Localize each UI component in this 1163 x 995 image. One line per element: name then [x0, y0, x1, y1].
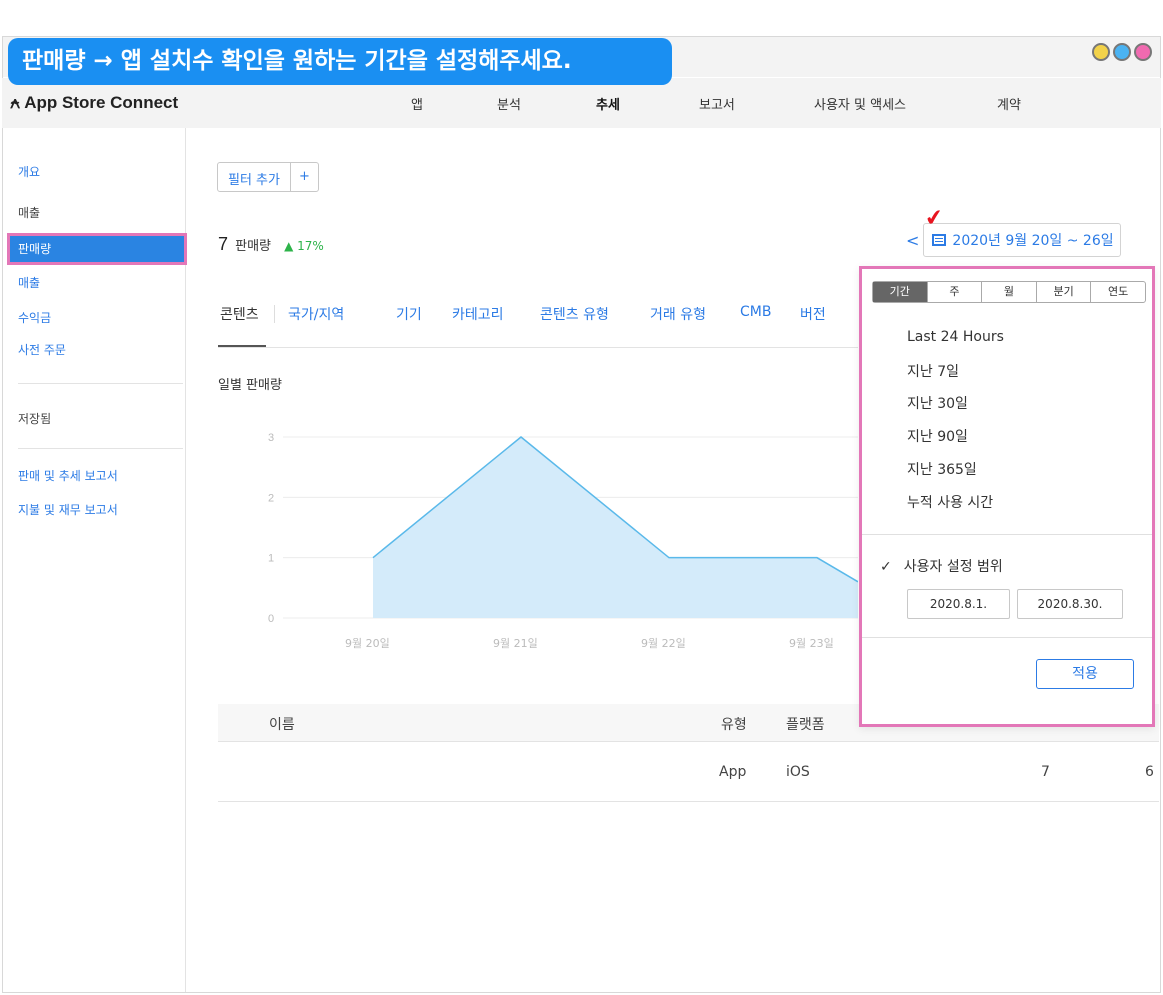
red-checkmark-icon: ✔: [923, 204, 946, 233]
chart-svg: 0 1 2 3 9월 20일 9월 21일 9월 22일 9월 23일: [268, 432, 859, 650]
row-extra: 6: [1145, 764, 1154, 780]
plus-icon[interactable]: +: [289, 163, 318, 191]
sidebar-item-overview[interactable]: 개요: [18, 163, 40, 180]
tab-territory[interactable]: 국가/지역: [288, 304, 344, 324]
nav-users-access[interactable]: 사용자 및 액세스: [814, 94, 906, 113]
nav-agreements[interactable]: 계약: [997, 94, 1021, 113]
preset-last-24-hours[interactable]: Last 24 Hours: [907, 329, 1004, 345]
x-tick-label: 9월 20일: [345, 636, 390, 650]
period-segmented-control: 기간 주 월 분기 연도: [872, 281, 1146, 303]
sidebar-item-sales-trends-reports[interactable]: 판매 및 추세 보고서: [18, 467, 118, 484]
custom-range-option[interactable]: ✓ 사용자 설정 범위: [880, 556, 1003, 576]
popup-divider: [862, 637, 1152, 638]
nav-trends[interactable]: 추세: [596, 94, 620, 113]
y-tick-label: 3: [268, 432, 274, 444]
tab-transaction-type[interactable]: 거래 유형: [650, 304, 706, 324]
units-value: 7: [218, 234, 229, 254]
sidebar-item-proceeds[interactable]: 수익금: [18, 309, 51, 326]
sidebar-item-preorders[interactable]: 사전 주문: [18, 341, 66, 358]
sidebar-saved-label: 저장됨: [18, 412, 52, 426]
top-navigation: ⍲ App Store Connect 앱 분석 추세 보고서 사용자 및 액세스…: [2, 78, 1161, 128]
segment-week[interactable]: 주: [926, 282, 982, 302]
daily-units-chart: 0 1 2 3 9월 20일 9월 21일 9월 22일 9월 23일: [218, 420, 859, 660]
date-range-label: 2020년 9월 20일 ~ 26일: [952, 233, 1114, 249]
brand[interactable]: ⍲ App Store Connect: [10, 93, 178, 113]
units-change: ▲ 17%: [284, 239, 324, 253]
segment-year[interactable]: 연도: [1090, 282, 1145, 302]
y-tick-label: 2: [268, 492, 274, 504]
units-label: 판매량: [235, 239, 271, 254]
column-type[interactable]: 유형: [721, 714, 747, 734]
sidebar-item-payments-reports[interactable]: 지불 및 재무 보고서: [18, 501, 118, 518]
table-row[interactable]: App iOS 7 6: [218, 742, 1159, 802]
segment-quarter[interactable]: 분기: [1035, 282, 1091, 302]
end-date-field[interactable]: 2020.8.30.: [1017, 589, 1123, 619]
sidebar-section-sales: 매출: [18, 206, 41, 220]
close-dot[interactable]: [1134, 43, 1152, 61]
apply-button[interactable]: 적용: [1036, 659, 1134, 689]
tab-version[interactable]: 버전: [800, 304, 826, 324]
sidebar-divider: [18, 383, 183, 384]
add-filter-label: 필터 추가: [228, 173, 280, 188]
sidebar-item-units[interactable]: 판매량: [7, 233, 187, 265]
previous-range-button[interactable]: <: [906, 231, 919, 250]
tab-cmb[interactable]: CMB: [740, 304, 771, 320]
tab-separator: [274, 305, 275, 323]
sidebar-item-sales[interactable]: 매출: [18, 274, 40, 291]
x-tick-label: 9월 23일: [789, 636, 834, 650]
calendar-icon: [932, 234, 947, 246]
custom-range-label: 사용자 설정 범위: [903, 559, 1003, 575]
row-type: App: [719, 764, 747, 780]
date-range-popup: 기간 주 월 분기 연도 Last 24 Hours 지난 7일 지난 30일 …: [859, 266, 1155, 727]
segment-month[interactable]: 월: [981, 282, 1036, 302]
minimize-dot[interactable]: [1092, 43, 1110, 61]
tab-content-type[interactable]: 콘텐츠 유형: [540, 304, 609, 324]
series-area: [373, 437, 858, 618]
dimension-tabs: 콘텐츠 국가/지역 기기 카테고리 콘텐츠 유형 거래 유형 CMB 버전: [218, 300, 858, 348]
y-tick-label: 1: [268, 553, 274, 565]
column-name[interactable]: 이름: [269, 714, 295, 734]
checkmark-icon: ✓: [880, 559, 892, 575]
y-tick-label: 0: [268, 613, 274, 625]
row-platform: iOS: [786, 764, 810, 780]
date-range-button[interactable]: 2020년 9월 20일 ~ 26일: [923, 223, 1121, 257]
add-filter-button[interactable]: 필터 추가 +: [217, 162, 319, 192]
popup-divider: [862, 534, 1152, 535]
active-tab-indicator: [218, 345, 266, 347]
zoom-dot[interactable]: [1113, 43, 1131, 61]
nav-analytics[interactable]: 분석: [497, 94, 521, 113]
app-store-icon: ⍲: [10, 93, 21, 112]
sidebar-divider: [18, 448, 183, 449]
x-tick-label: 9월 21일: [493, 636, 538, 650]
tab-device[interactable]: 기기: [396, 304, 422, 324]
window-controls: [1092, 43, 1152, 61]
row-units: 7: [1041, 764, 1050, 780]
nav-reports[interactable]: 보고서: [699, 94, 735, 113]
instruction-caption: 판매량 → 앱 설치수 확인을 원하는 기간을 설정해주세요.: [8, 38, 672, 85]
preset-lifetime[interactable]: 누적 사용 시간: [907, 492, 993, 512]
brand-name: App Store Connect: [24, 93, 179, 112]
preset-last-30-days[interactable]: 지난 30일: [907, 393, 968, 413]
tab-category[interactable]: 카테고리: [452, 304, 504, 324]
chart-title: 일별 판매량: [218, 378, 282, 393]
nav-apps[interactable]: 앱: [411, 94, 423, 113]
tab-content[interactable]: 콘텐츠: [220, 304, 259, 324]
units-summary: 7 판매량 ▲ 17%: [218, 234, 324, 255]
preset-last-7-days[interactable]: 지난 7일: [907, 361, 959, 381]
column-platform[interactable]: 플랫폼: [786, 714, 825, 734]
start-date-field[interactable]: 2020.8.1.: [907, 589, 1010, 619]
preset-last-90-days[interactable]: 지난 90일: [907, 426, 968, 446]
preset-last-365-days[interactable]: 지난 365일: [907, 459, 977, 479]
segment-period[interactable]: 기간: [873, 282, 927, 302]
x-tick-label: 9월 22일: [641, 636, 686, 650]
